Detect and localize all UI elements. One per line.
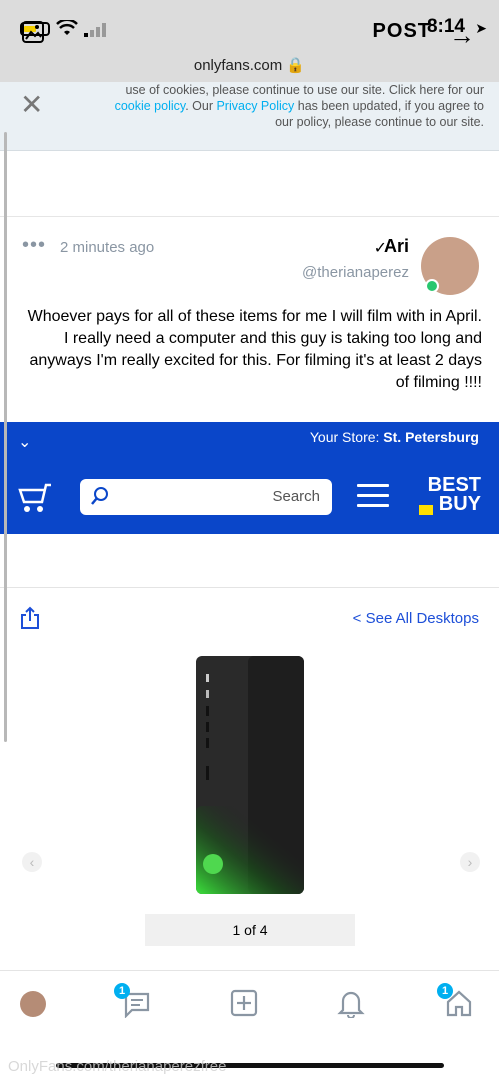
location-arrow-icon: ➤ — [475, 20, 487, 36]
search-placeholder: Search — [272, 488, 320, 505]
close-icon[interactable]: ✕ — [20, 88, 43, 121]
cellular-signal-icon — [84, 23, 106, 37]
lock-icon: 🔒 — [286, 57, 306, 74]
store-selector: Your Store: St. Petersburg — [309, 429, 479, 445]
chevron-down-icon: ⌄ — [18, 434, 32, 451]
privacy-policy-link[interactable]: Privacy Policy — [216, 99, 294, 113]
see-all-desktops-link: < See All Desktops — [352, 610, 479, 627]
author-name[interactable]: Ari — [384, 236, 409, 257]
add-post-icon[interactable] — [229, 988, 259, 1018]
cookie-text: use of cookies, please continue to use o… — [114, 83, 484, 129]
hamburger-menu-icon — [357, 484, 389, 508]
author-handle[interactable]: @therianaperez — [302, 264, 409, 281]
gallery-icon[interactable] — [22, 21, 44, 43]
page-title: POST — [372, 20, 431, 42]
desktop-pc-image — [196, 656, 304, 894]
carousel-prev-icon: ‹ — [22, 852, 42, 872]
bestbuy-search-field: Search — [80, 479, 332, 515]
divider — [0, 587, 499, 588]
messages-badge: 1 — [114, 983, 130, 999]
cookie-policy-link[interactable]: cookie policy — [115, 99, 186, 113]
bestbuy-tag-icon — [419, 505, 433, 515]
carousel-next-icon: › — [460, 852, 480, 872]
address-bar[interactable]: onlyfans.com 🔒 — [0, 48, 499, 82]
search-icon — [91, 487, 108, 505]
back-arrow-icon[interactable]: → — [449, 20, 475, 51]
profile-avatar-icon[interactable] — [20, 991, 46, 1017]
home-badge: 1 — [437, 983, 453, 999]
watermark: OnlyFans.com/therianaperezfree — [8, 1058, 227, 1075]
scrollbar[interactable] — [4, 132, 7, 742]
online-indicator — [425, 279, 439, 293]
verified-icon: ✓ — [373, 240, 387, 257]
url-text: onlyfans.com — [193, 57, 283, 74]
share-icon — [21, 606, 39, 629]
cart-icon — [18, 483, 51, 512]
post-timestamp: 2 minutes ago — [60, 239, 155, 256]
image-pager: 1 of 4 — [145, 914, 355, 946]
wifi-icon — [56, 20, 78, 35]
post-text: Whoever pays for all of these items for … — [27, 308, 482, 391]
cookie-banner: ✕ use of cookies, please continue to use… — [0, 82, 499, 151]
post-header — [0, 150, 499, 217]
bell-icon[interactable] — [336, 988, 366, 1018]
more-options-icon[interactable]: ••• — [22, 234, 46, 257]
